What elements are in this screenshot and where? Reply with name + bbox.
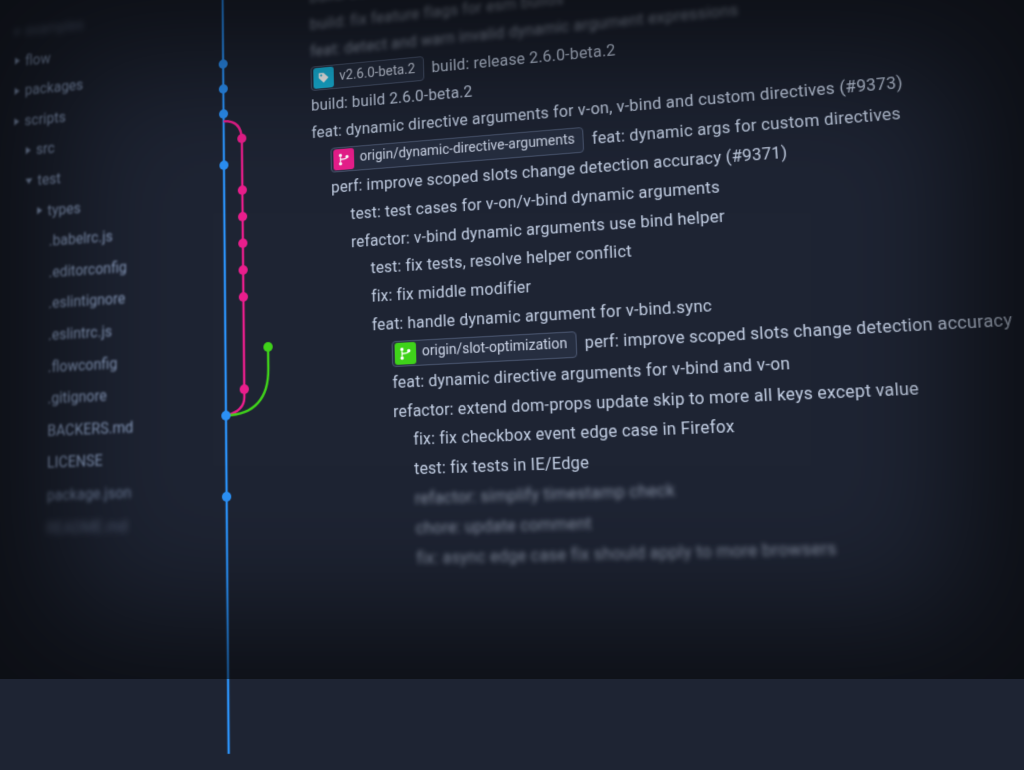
tree-item-label: BACKERS.md <box>47 411 133 447</box>
chevron-right-icon <box>37 207 42 215</box>
tree-item-label: .eslintignore <box>48 283 125 319</box>
commit-message: chore: update comment <box>415 511 592 542</box>
tree-item[interactable]: README.md <box>9 507 195 545</box>
tree-item-label: .gitignore <box>47 380 106 415</box>
tree-item-label: test <box>37 163 61 196</box>
commit-graph-panel: build: build 2.6.0-beta.2build: fix feat… <box>203 0 1024 760</box>
tree-item-label: scripts <box>24 102 66 136</box>
chevron-down-icon <box>25 178 32 184</box>
branch-icon <box>333 148 354 171</box>
chevron-right-icon <box>15 57 20 65</box>
tag-icon <box>313 67 334 90</box>
commit-graph-lines <box>203 0 324 754</box>
chevron-right-icon <box>15 28 20 36</box>
tree-item-label: .babelrc.js <box>49 221 113 257</box>
commit-list: build: build 2.6.0-beta.2build: fix feat… <box>309 0 1024 576</box>
chevron-right-icon <box>26 147 31 155</box>
tree-item-label: .eslintrc.js <box>48 315 112 350</box>
tree-item-label: .flowconfig <box>48 347 118 383</box>
tree-item-label: types <box>47 192 81 226</box>
tree-item-label: flow <box>25 43 51 76</box>
tree-item-label: src <box>36 133 55 165</box>
commit-message: test: fix tests in IE/Edge <box>414 451 590 483</box>
chevron-right-icon <box>14 117 19 125</box>
file-tree-sidebar: examplesflowpackagesscriptssrctesttypes.… <box>0 0 208 754</box>
badge-label: origin/slot-optimization <box>422 334 568 364</box>
chevron-right-icon <box>15 87 20 95</box>
branch-icon <box>394 342 416 365</box>
tree-item-label: examples <box>25 10 84 46</box>
tree-item-label: .editorconfig <box>49 251 127 288</box>
badge-label: v2.6.0-beta.2 <box>339 59 415 87</box>
tree-item-label: README.md <box>46 509 127 544</box>
tree-item-label: package.json <box>47 476 132 512</box>
tree-item-label: LICENSE <box>47 445 103 480</box>
tree-item-label: packages <box>25 70 84 106</box>
